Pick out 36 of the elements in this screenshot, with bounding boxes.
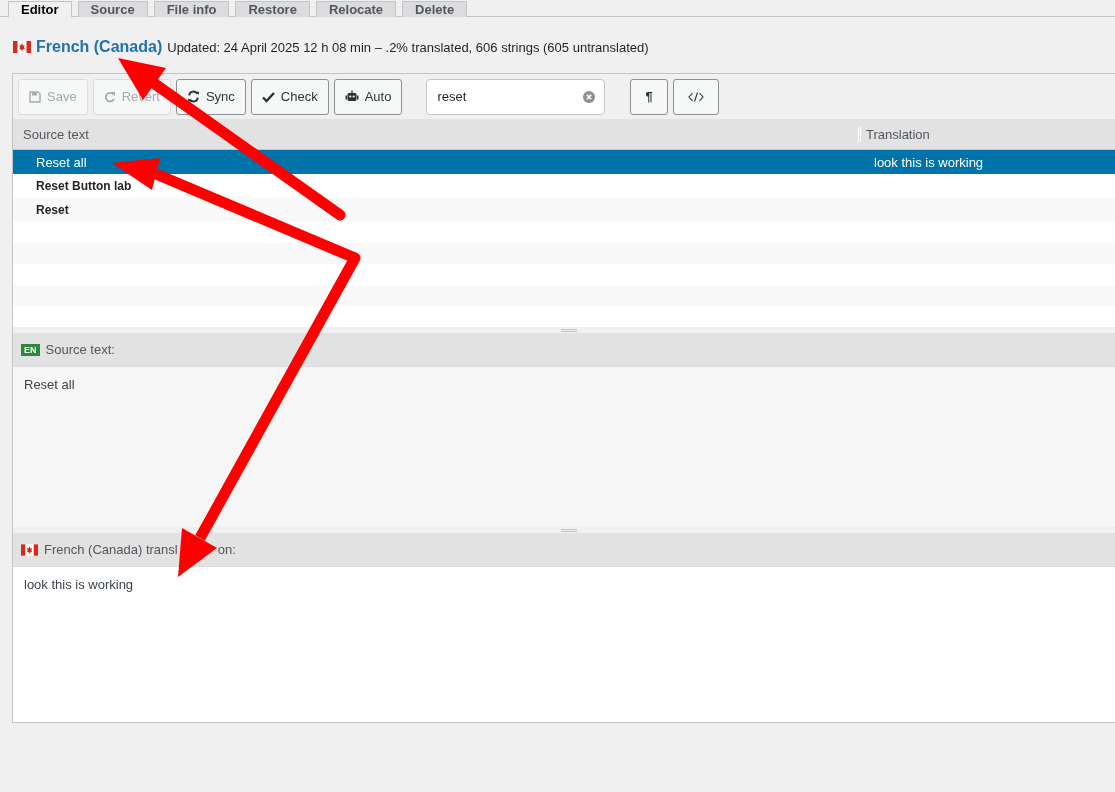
toolbar-button[interactable]: Auto: [333, 78, 403, 115]
tab[interactable]: Source: [77, 1, 148, 17]
sync-icon: [186, 90, 200, 103]
robot-icon: [344, 90, 359, 103]
floppy-icon: [29, 90, 41, 103]
flag-icon: [21, 543, 38, 556]
language-badge: EN: [21, 343, 40, 356]
language-link[interactable]: French (Canada): [36, 38, 163, 56]
source-cell-text: Reset all: [35, 154, 88, 170]
panel-label: on:: [217, 542, 236, 557]
pilcrow-button[interactable]: ¶: [630, 78, 668, 115]
translation-cell-text: look this is working: [873, 154, 984, 170]
tab[interactable]: Delete: [402, 1, 468, 17]
clear-icon[interactable]: [583, 90, 596, 103]
checkmark-icon: [261, 90, 275, 103]
source-cell-text: Reset Button lab: [35, 179, 133, 193]
translation-text[interactable]: look this is working: [24, 577, 134, 592]
flag-icon: [13, 41, 31, 53]
tab[interactable]: Editor: [8, 1, 72, 17]
tab[interactable]: File info: [153, 1, 230, 17]
column-header[interactable]: Source text: [13, 126, 858, 142]
tab[interactable]: Restore: [235, 1, 310, 17]
string-row[interactable]: Reset: [13, 198, 1115, 222]
search-field[interactable]: reset: [426, 78, 606, 115]
status-text: Updated: 24 April 2025 12 h 08 min – .2% translated, 606 strings (605 untranslated): [167, 39, 649, 55]
tab[interactable]: Relocate: [315, 1, 397, 17]
code-icon: [687, 91, 704, 102]
string-row[interactable]: Reset all look this is working: [13, 150, 1115, 174]
column-header[interactable]: Translation: [858, 126, 930, 142]
panel-label: French (Canada) transl: [44, 542, 178, 557]
source-cell-text: Reset: [35, 203, 70, 217]
undo-icon: [103, 90, 116, 103]
toolbar-button[interactable]: Check: [250, 78, 329, 115]
source-text: Reset all: [24, 377, 75, 392]
code-button[interactable]: [672, 78, 719, 115]
panel-label: Source text:: [45, 342, 115, 357]
